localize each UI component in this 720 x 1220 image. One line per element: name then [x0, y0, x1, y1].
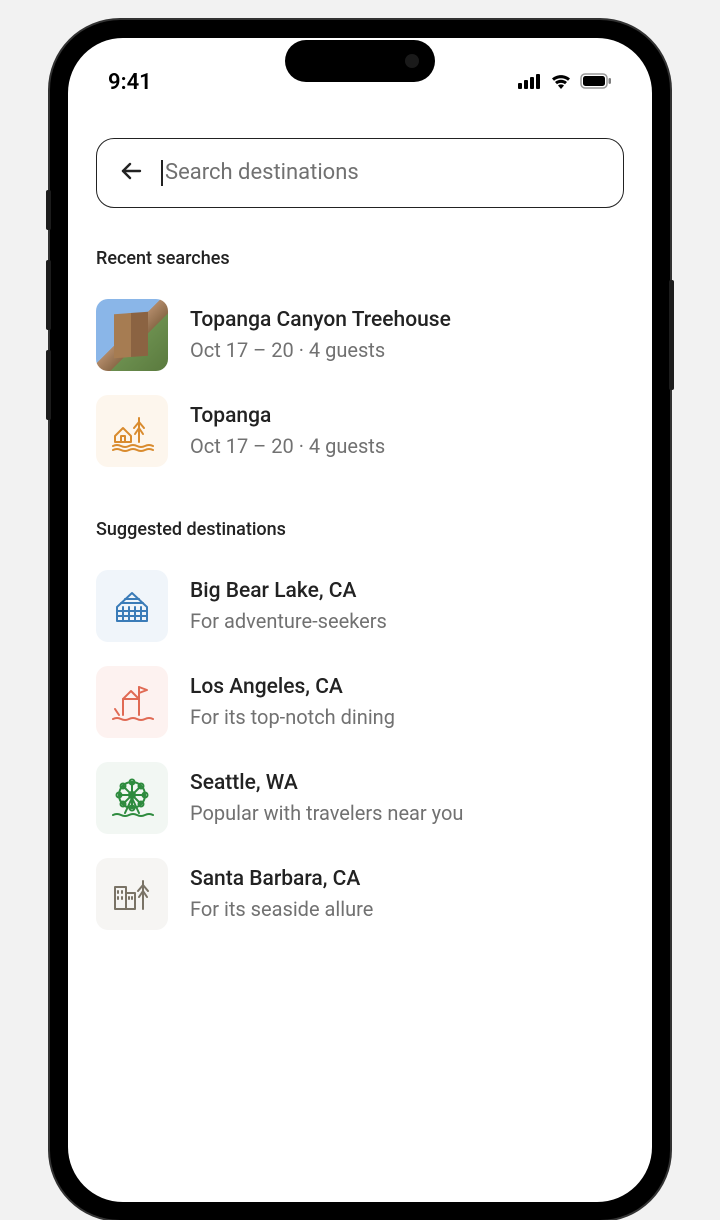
phone-frame: 9:41 Search destinations: [50, 20, 670, 1220]
item-subtitle: Oct 17 – 20 · 4 guests: [190, 337, 624, 364]
item-subtitle: For adventure-seekers: [190, 608, 624, 635]
search-placeholder-text: Search destinations: [165, 160, 359, 185]
search-box[interactable]: Search destinations: [96, 138, 624, 208]
back-arrow-icon[interactable]: [119, 159, 143, 188]
search-input[interactable]: Search destinations: [161, 160, 359, 186]
ferris-wheel-icon: [96, 762, 168, 834]
item-title: Big Bear Lake, CA: [190, 577, 624, 605]
phone-notch: [285, 40, 435, 82]
item-title: Seattle, WA: [190, 769, 624, 797]
suggested-destination-item[interactable]: Santa Barbara, CA For its seaside allure: [96, 846, 624, 942]
item-subtitle: Oct 17 – 20 · 4 guests: [190, 433, 624, 460]
destination-icon: [96, 395, 168, 467]
listing-photo-thumb: [96, 299, 168, 371]
suggested-destination-item[interactable]: Los Angeles, CA For its top-notch dining: [96, 654, 624, 750]
city-tree-icon: [96, 858, 168, 930]
lifeguard-icon: [96, 666, 168, 738]
suggested-destinations-header: Suggested destinations: [96, 519, 624, 540]
item-subtitle: For its top-notch dining: [190, 704, 624, 731]
suggested-destination-item[interactable]: Seattle, WA Popular with travelers near …: [96, 750, 624, 846]
item-title: Los Angeles, CA: [190, 673, 624, 701]
status-icons: [518, 70, 612, 95]
screen-content: Search destinations Recent searches Topa…: [68, 108, 652, 942]
battery-icon: [580, 70, 612, 95]
item-subtitle: For its seaside allure: [190, 896, 624, 923]
phone-screen: 9:41 Search destinations: [68, 38, 652, 1202]
status-time: 9:41: [108, 70, 152, 95]
item-subtitle: Popular with travelers near you: [190, 800, 624, 827]
recent-searches-header: Recent searches: [96, 248, 624, 269]
recent-search-item[interactable]: Topanga Canyon Treehouse Oct 17 – 20 · 4…: [96, 287, 624, 383]
recent-search-item[interactable]: Topanga Oct 17 – 20 · 4 guests: [96, 383, 624, 479]
suggested-destination-item[interactable]: Big Bear Lake, CA For adventure-seekers: [96, 558, 624, 654]
item-title: Topanga Canyon Treehouse: [190, 306, 624, 334]
wifi-icon: [550, 70, 572, 95]
cellular-icon: [518, 70, 542, 95]
item-title: Topanga: [190, 402, 624, 430]
cabin-icon: [96, 570, 168, 642]
item-title: Santa Barbara, CA: [190, 865, 624, 893]
